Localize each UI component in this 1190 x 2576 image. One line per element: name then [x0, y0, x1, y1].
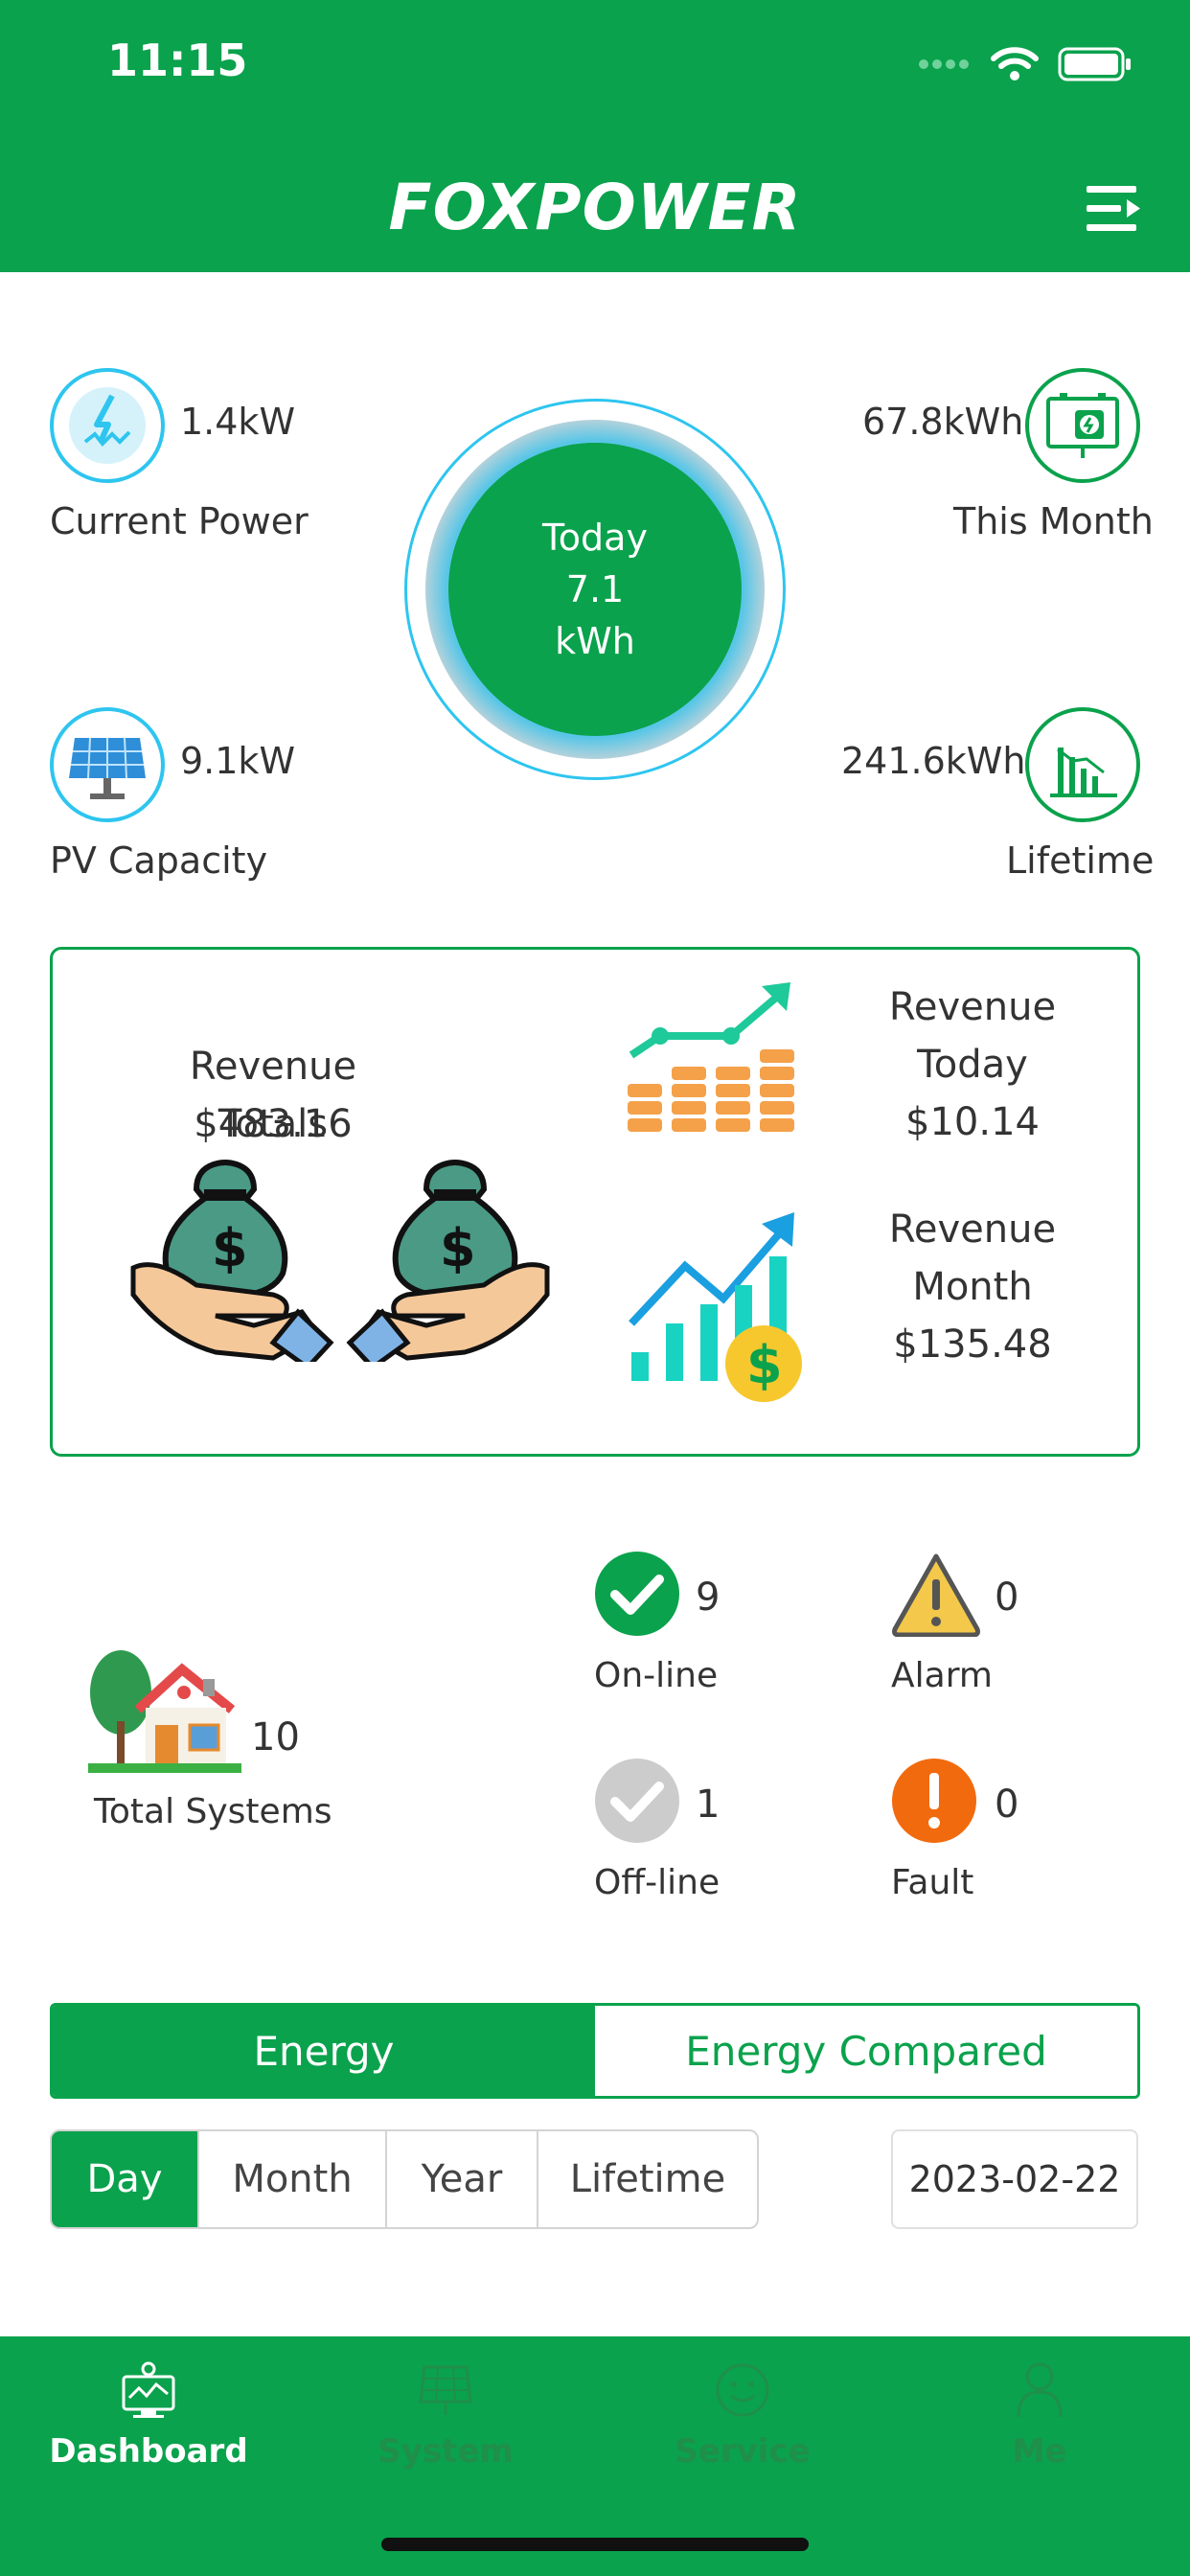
status-time: 11:15: [107, 34, 248, 86]
app-header: 11:15 FOXPOWER: [0, 0, 1190, 272]
pv-capacity-label: PV Capacity: [50, 840, 268, 882]
this-month-label: This Month: [953, 500, 1154, 542]
money-bag-hands-icon: $ $: [130, 1160, 550, 1362]
revenue-today-line2: Today: [917, 1043, 1028, 1087]
nav-system-label: System: [378, 2432, 514, 2471]
bar-chart-icon: [1050, 748, 1117, 797]
foxpower-logo: FOXPOWER: [388, 171, 802, 244]
today-value: 7.1: [565, 568, 625, 610]
signal-icon: [919, 59, 969, 69]
revenue-month-line1: Revenue: [888, 1208, 1057, 1252]
menu-icon[interactable]: [1085, 182, 1144, 236]
revenue-totals-value: $483.16: [194, 1102, 353, 1146]
total-systems-label: Total Systems: [94, 1792, 332, 1831]
system-icon: [419, 2365, 472, 2415]
nav-dashboard-label: Dashboard: [49, 2432, 248, 2471]
dashboard-icon: [122, 2361, 175, 2418]
period-tab-bar: Day Month Year Lifetime: [50, 2129, 759, 2229]
current-power-label: Current Power: [50, 500, 309, 542]
current-power-value: 1.4kW: [180, 401, 296, 443]
energy-tab-bar: Energy Energy Compared: [50, 2003, 1140, 2099]
fault-icon: [892, 1759, 976, 1843]
tab-energy[interactable]: Energy: [53, 2006, 595, 2096]
fault-count: 0: [995, 1782, 1019, 1827]
period-tab-day[interactable]: Day: [52, 2131, 199, 2227]
warning-icon: [892, 1553, 980, 1637]
check-icon: [595, 1552, 679, 1636]
offline-check-icon: [595, 1759, 679, 1843]
today-energy-dial: Today 7.1 kWh: [448, 443, 742, 736]
total-systems-count: 10: [251, 1715, 300, 1760]
offline-label: Off-line: [594, 1863, 721, 1902]
coins-growth-icon: [628, 982, 794, 1132]
pv-capacity-value: 9.1kW: [180, 740, 296, 782]
battery-icon: [1058, 47, 1131, 81]
lightning-icon: [69, 387, 146, 464]
growth-dollar-icon: $: [629, 1212, 802, 1402]
me-icon: [1017, 2362, 1063, 2418]
monitor-icon: [1046, 393, 1119, 458]
svg-text:$: $: [440, 1218, 476, 1278]
revenue-card: Revenue Totals $483.16 $ $ Revenue Today…: [50, 947, 1140, 1457]
this-month-icon-wrap: [1025, 368, 1140, 483]
nav-service-label: Service: [675, 2432, 811, 2471]
period-tab-month[interactable]: Month: [199, 2131, 387, 2227]
lifetime-icon-wrap: [1025, 707, 1140, 822]
revenue-today-line1: Revenue: [888, 985, 1057, 1029]
online-count: 9: [696, 1576, 721, 1620]
home-indicator: [381, 2538, 809, 2551]
today-label: Today: [542, 517, 648, 559]
revenue-month-line2: Month: [912, 1265, 1033, 1309]
period-tab-lifetime[interactable]: Lifetime: [538, 2131, 757, 2227]
offline-count: 1: [696, 1782, 721, 1827]
alarm-label: Alarm: [891, 1656, 993, 1695]
wifi-icon: [991, 47, 1039, 80]
pv-capacity-icon-wrap: [50, 707, 165, 822]
revenue-today-value: $10.14: [905, 1100, 1040, 1144]
fault-label: Fault: [891, 1863, 974, 1902]
service-icon: [716, 2363, 769, 2417]
online-label: On-line: [594, 1656, 719, 1695]
solar-panel-icon: [69, 737, 146, 799]
house-icon: [88, 1650, 241, 1773]
date-picker[interactable]: 2023-02-22: [891, 2129, 1138, 2229]
tab-energy-compared[interactable]: Energy Compared: [595, 2006, 1137, 2096]
current-power-icon-wrap: [50, 368, 165, 483]
today-unit: kWh: [555, 620, 635, 662]
alarm-count: 0: [995, 1576, 1019, 1620]
lifetime-label: Lifetime: [1006, 840, 1155, 882]
status-icons: [918, 46, 1133, 82]
this-month-value: 67.8kWh: [862, 401, 1024, 443]
revenue-month-value: $135.48: [893, 1322, 1052, 1367]
svg-text:$: $: [746, 1335, 783, 1395]
svg-text:$: $: [212, 1218, 248, 1278]
lifetime-value: 241.6kWh: [841, 740, 1026, 782]
period-tab-year[interactable]: Year: [387, 2131, 538, 2227]
nav-me-label: Me: [1012, 2432, 1067, 2471]
